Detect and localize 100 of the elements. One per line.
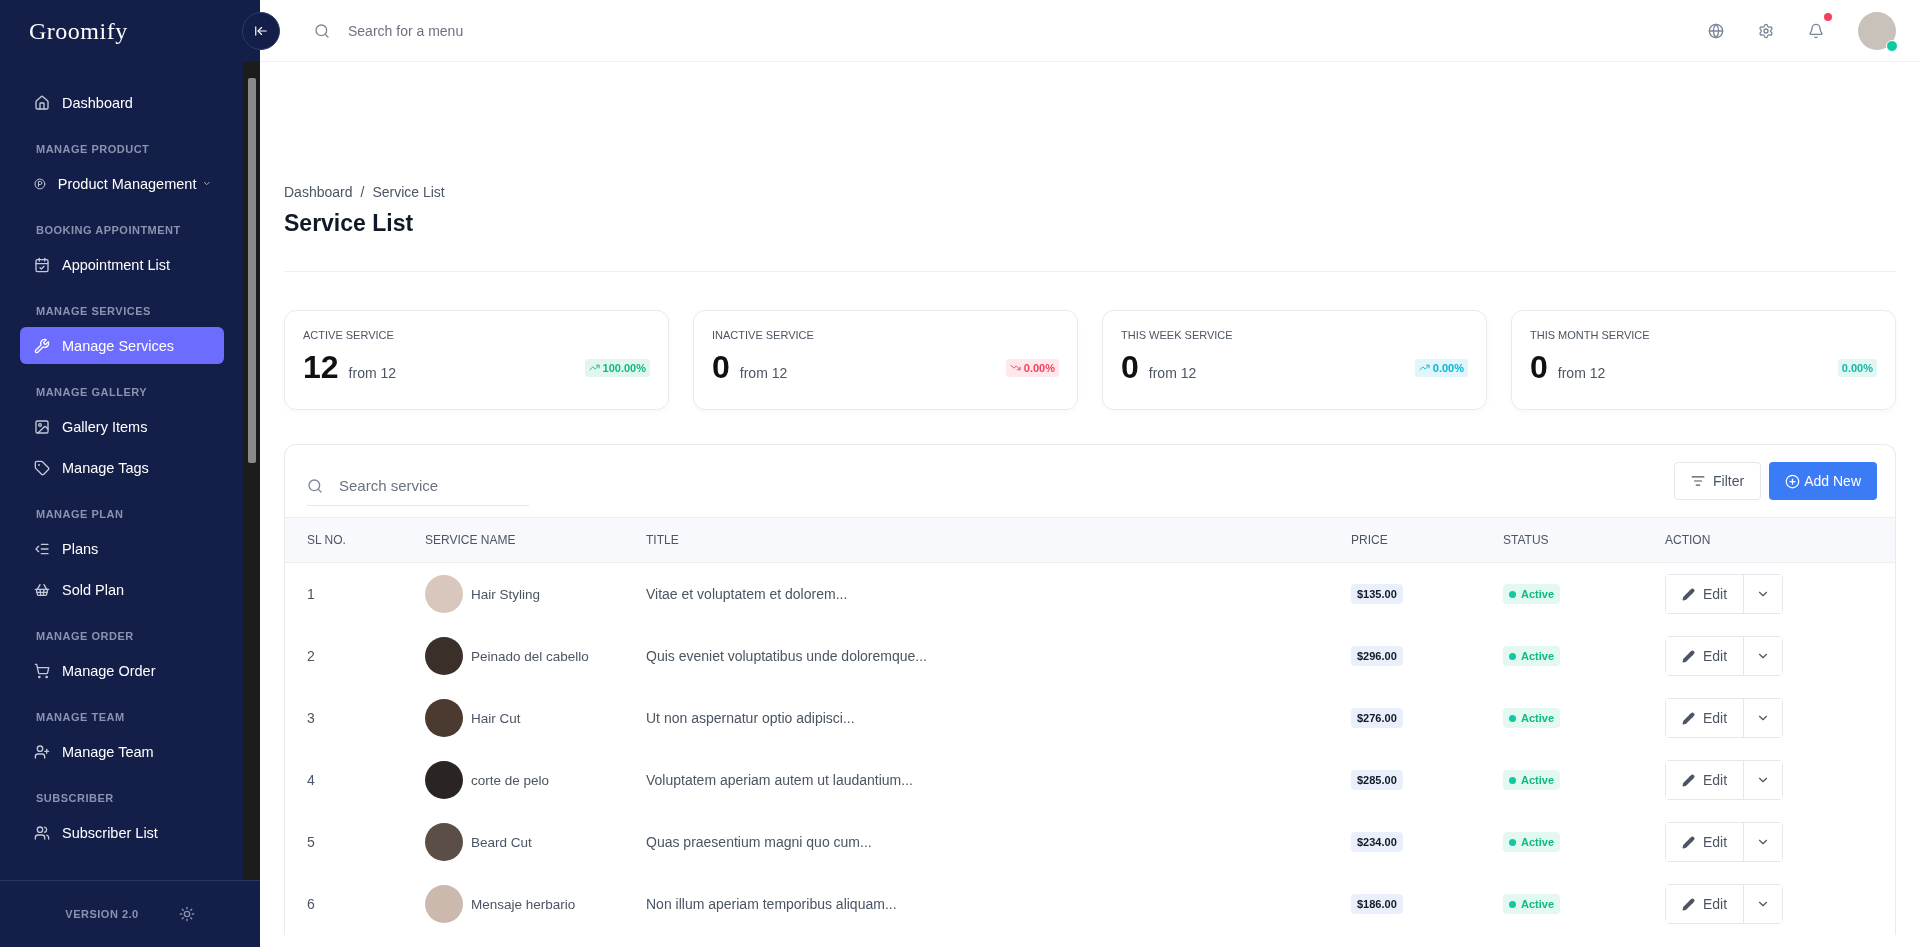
nav-icon	[34, 662, 50, 679]
photo-placeholder	[425, 885, 463, 923]
photo-placeholder	[425, 637, 463, 675]
nav-section-heading: MANAGE TEAM	[35, 710, 126, 725]
service-title: Vitae et voluptatem et dolorem...	[646, 586, 849, 602]
stat-value: 0	[1121, 349, 1139, 386]
nav-item[interactable]: Manage Order	[20, 652, 224, 689]
photo-placeholder	[425, 575, 463, 613]
version-label: VERSION 2.0	[65, 908, 139, 920]
nav-icon	[34, 824, 50, 841]
photo-placeholder	[425, 699, 463, 737]
change-badge: 0.00%	[1005, 358, 1059, 377]
nav-item[interactable]: Plans	[20, 530, 224, 567]
pencil-icon	[1682, 711, 1695, 725]
photo-placeholder	[425, 823, 463, 861]
pencil-icon	[1682, 835, 1695, 849]
stat-label: ACTIVE SERVICE	[303, 329, 395, 341]
price-tag: $285.00	[1351, 770, 1403, 790]
filter-button[interactable]: Filter	[1674, 462, 1762, 500]
service-title: Ut non aspernatur optio adipisci...	[646, 710, 856, 726]
serial-number: 1	[307, 586, 316, 602]
breadcrumb-item: Service List	[372, 184, 445, 200]
nav-section-heading: MANAGE ORDER	[35, 629, 135, 644]
serial-number: 4	[307, 772, 316, 788]
service-title: Non illum aperiam temporibus aliquam...	[646, 896, 898, 912]
status-badge: Active	[1503, 832, 1561, 852]
nav-section-heading: MANAGE PLAN	[35, 507, 125, 522]
service-name: Beard Cut	[471, 834, 532, 850]
nav-icon	[34, 743, 50, 760]
status-badge: Active	[1503, 770, 1561, 790]
serial-number: 5	[307, 834, 316, 850]
stat-subtext: from 12	[739, 365, 788, 381]
globe-icon[interactable]	[1708, 22, 1724, 39]
pencil-icon	[1682, 587, 1695, 601]
stat-value: 12	[303, 349, 339, 386]
settings-icon[interactable]	[1758, 22, 1774, 39]
nav-item[interactable]: Manage Team	[20, 733, 224, 770]
pencil-icon	[1682, 897, 1695, 911]
service-name: Mensaje herbario	[471, 896, 576, 912]
stat-subtext: from 12	[1557, 365, 1606, 381]
edit-button[interactable]: Edit	[1666, 637, 1745, 675]
nav-section-heading: BOOKING APPOINTMENT	[35, 223, 182, 238]
stat-subtext: from 12	[348, 365, 397, 381]
serial-number: 3	[307, 710, 316, 726]
price-tag: $296.00	[1351, 646, 1403, 666]
nav-item[interactable]: Manage Services	[20, 327, 224, 364]
change-badge: 100.00%	[584, 358, 650, 377]
nav-icon	[34, 256, 50, 273]
collapse-arrow-icon	[254, 24, 268, 38]
nav-icon	[34, 459, 50, 476]
column-header: TITLE	[646, 533, 680, 547]
photo-placeholder	[425, 761, 463, 799]
stat-value: 0	[712, 349, 730, 386]
service-title: Quis eveniet voluptatibus unde doloremque...	[646, 648, 928, 664]
scrollbar[interactable]	[243, 62, 260, 880]
nav-section-heading: SUBSCRIBER	[35, 791, 115, 806]
search-icon	[314, 22, 330, 39]
stat-label: INACTIVE SERVICE	[712, 329, 815, 341]
edit-button[interactable]: Edit	[1666, 575, 1745, 613]
service-title: Voluptatem aperiam autem ut laudantium...	[646, 772, 914, 788]
nav-section-heading: MANAGE PRODUCT	[35, 142, 151, 157]
page-title: Service List	[284, 210, 415, 237]
scrollbar-thumb[interactable]	[247, 78, 256, 463]
nav-item[interactable]: Subscriber List	[20, 814, 224, 851]
change-badge: 0.00%	[1837, 358, 1877, 377]
service-name: Hair Cut	[471, 710, 521, 726]
nav-item[interactable]: Appointment List	[20, 246, 224, 283]
edit-button[interactable]: Edit	[1666, 823, 1745, 861]
edit-button[interactable]: Edit	[1666, 699, 1745, 737]
service-name: corte de pelo	[471, 772, 550, 788]
service-name: Peinado del cabello	[471, 648, 589, 664]
status-badge: Active	[1503, 894, 1561, 914]
column-header: SL NO.	[307, 533, 347, 547]
breadcrumb-item[interactable]: Dashboard	[284, 184, 353, 200]
column-header: ACTION	[1665, 533, 1712, 547]
stat-label: THIS MONTH SERVICE	[1530, 329, 1651, 341]
edit-button[interactable]: Edit	[1666, 761, 1745, 799]
nav-icon	[34, 337, 50, 354]
edit-button[interactable]: Edit	[1666, 885, 1745, 923]
plus-circle-icon	[1785, 473, 1801, 489]
price-tag: $186.00	[1351, 894, 1403, 914]
nav-section-heading: MANAGE GALLERY	[35, 385, 149, 400]
serial-number: 2	[307, 648, 316, 664]
user-avatar[interactable]	[1858, 11, 1896, 50]
status-badge: Active	[1503, 708, 1561, 728]
nav-icon	[34, 418, 50, 435]
nav-item[interactable]: Product Management	[20, 165, 224, 202]
breadcrumb-separator: /	[360, 184, 365, 200]
nav-icon	[34, 581, 50, 598]
price-tag: $276.00	[1351, 708, 1403, 728]
nav-item[interactable]: Manage Tags	[20, 449, 224, 486]
nav-item[interactable]: Sold Plan	[20, 571, 224, 608]
nav-item[interactable]: Gallery Items	[20, 408, 224, 445]
stat-label: THIS WEEK SERVICE	[1121, 329, 1234, 341]
price-tag: $234.00	[1351, 832, 1403, 852]
column-header: PRICE	[1351, 533, 1389, 547]
sun-icon[interactable]	[178, 906, 195, 922]
price-tag: $135.00	[1351, 584, 1403, 604]
nav-item[interactable]: Dashboard	[20, 84, 224, 121]
add-new-button[interactable]: Add New	[1769, 462, 1877, 500]
